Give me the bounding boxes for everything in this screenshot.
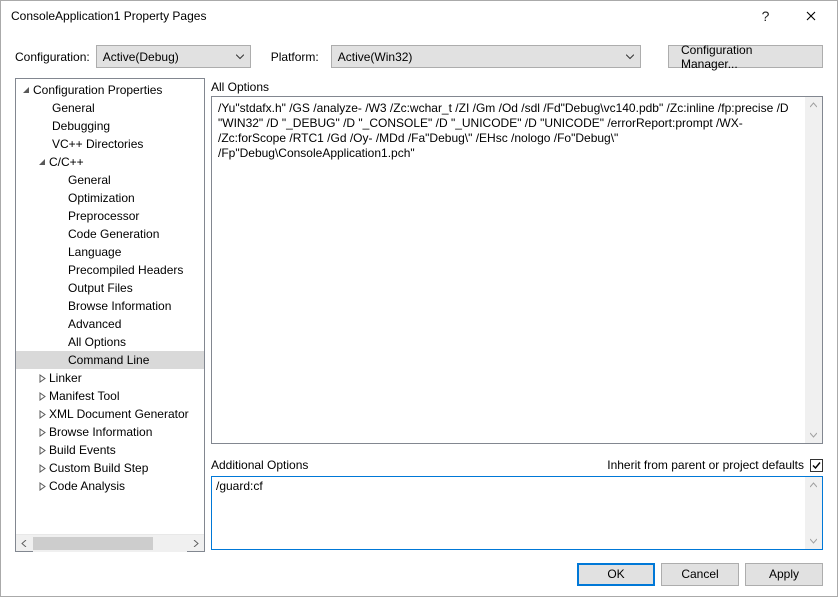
configuration-combo[interactable]: Active(Debug) bbox=[96, 45, 251, 68]
expand-icon[interactable] bbox=[36, 410, 48, 419]
configuration-value: Active(Debug) bbox=[103, 50, 179, 64]
additional-options-header: Additional Options Inherit from parent o… bbox=[211, 456, 823, 474]
chevron-down-icon bbox=[626, 54, 634, 59]
additional-options-label: Additional Options bbox=[211, 458, 308, 472]
tree-node-cpp-code-generation[interactable]: Code Generation bbox=[16, 225, 204, 243]
main-area: Configuration Properties General Debuggi… bbox=[1, 78, 837, 552]
scroll-down-icon[interactable] bbox=[805, 532, 822, 549]
right-pane: All Options /Yu"stdafx.h" /GS /analyze- … bbox=[211, 78, 823, 552]
close-button[interactable] bbox=[788, 2, 833, 31]
tree-node-custom-build-step[interactable]: Custom Build Step bbox=[16, 459, 204, 477]
platform-label: Platform: bbox=[271, 50, 319, 64]
ok-button[interactable]: OK bbox=[577, 563, 655, 586]
scroll-up-icon[interactable] bbox=[805, 477, 822, 494]
collapse-icon[interactable] bbox=[36, 158, 48, 167]
scroll-track[interactable] bbox=[805, 114, 822, 426]
additional-options-text[interactable]: /guard:cf bbox=[212, 477, 805, 549]
configuration-row: Configuration: Active(Debug) Platform: A… bbox=[1, 31, 837, 78]
tree-pane: Configuration Properties General Debuggi… bbox=[15, 78, 205, 552]
chevron-down-icon bbox=[236, 54, 244, 59]
tree-node-vcpp-directories[interactable]: VC++ Directories bbox=[16, 135, 204, 153]
expand-icon[interactable] bbox=[36, 428, 48, 437]
tree-node-cpp-all-options[interactable]: All Options bbox=[16, 333, 204, 351]
tree-node-cpp-language[interactable]: Language bbox=[16, 243, 204, 261]
titlebar: ConsoleApplication1 Property Pages ? bbox=[1, 1, 837, 31]
scroll-down-icon[interactable] bbox=[805, 426, 822, 443]
all-options-label: All Options bbox=[211, 80, 823, 94]
tree-node-linker[interactable]: Linker bbox=[16, 369, 204, 387]
scroll-track[interactable] bbox=[805, 494, 822, 532]
tree-node-cpp-optimization[interactable]: Optimization bbox=[16, 189, 204, 207]
all-options-text[interactable]: /Yu"stdafx.h" /GS /analyze- /W3 /Zc:wcha… bbox=[212, 97, 805, 443]
configuration-label: Configuration: bbox=[15, 50, 90, 64]
inherit-label: Inherit from parent or project defaults bbox=[607, 458, 804, 472]
scroll-up-icon[interactable] bbox=[805, 97, 822, 114]
tree-node-cpp-precompiled-headers[interactable]: Precompiled Headers bbox=[16, 261, 204, 279]
tree-node-general[interactable]: General bbox=[16, 99, 204, 117]
help-icon: ? bbox=[762, 8, 770, 24]
configuration-manager-button[interactable]: Configuration Manager... bbox=[668, 45, 823, 68]
tree-node-debugging[interactable]: Debugging bbox=[16, 117, 204, 135]
expand-icon[interactable] bbox=[36, 374, 48, 383]
additional-options-box[interactable]: /guard:cf bbox=[211, 476, 823, 550]
tree-node-code-analysis[interactable]: Code Analysis bbox=[16, 477, 204, 495]
scroll-right-icon[interactable] bbox=[187, 535, 204, 552]
tree-node-build-events[interactable]: Build Events bbox=[16, 441, 204, 459]
scroll-left-icon[interactable] bbox=[16, 535, 33, 552]
window-title: ConsoleApplication1 Property Pages bbox=[11, 9, 743, 23]
expand-icon[interactable] bbox=[36, 482, 48, 491]
check-icon bbox=[811, 460, 822, 471]
help-button[interactable]: ? bbox=[743, 2, 788, 31]
tree-node-cpp-general[interactable]: General bbox=[16, 171, 204, 189]
tree-node-manifest-tool[interactable]: Manifest Tool bbox=[16, 387, 204, 405]
scroll-thumb[interactable] bbox=[33, 537, 153, 550]
tree-h-scrollbar[interactable] bbox=[16, 534, 204, 551]
tree-node-cpp-advanced[interactable]: Advanced bbox=[16, 315, 204, 333]
tree-node-browse-information[interactable]: Browse Information bbox=[16, 423, 204, 441]
all-options-box: /Yu"stdafx.h" /GS /analyze- /W3 /Zc:wcha… bbox=[211, 96, 823, 444]
tree-node-configuration-properties[interactable]: Configuration Properties bbox=[16, 81, 204, 99]
property-pages-dialog: ConsoleApplication1 Property Pages ? Con… bbox=[0, 0, 838, 597]
platform-value: Active(Win32) bbox=[338, 50, 413, 64]
close-icon bbox=[806, 11, 816, 21]
apply-button[interactable]: Apply bbox=[745, 563, 823, 586]
tree-node-cpp-output-files[interactable]: Output Files bbox=[16, 279, 204, 297]
cancel-button[interactable]: Cancel bbox=[661, 563, 739, 586]
all-options-v-scrollbar[interactable] bbox=[805, 97, 822, 443]
dialog-footer: OK Cancel Apply bbox=[1, 552, 837, 596]
expand-icon[interactable] bbox=[36, 392, 48, 401]
tree-node-cpp-browse-information[interactable]: Browse Information bbox=[16, 297, 204, 315]
collapse-icon[interactable] bbox=[20, 86, 32, 95]
scroll-track[interactable] bbox=[33, 535, 187, 552]
expand-icon[interactable] bbox=[36, 446, 48, 455]
tree-node-cpp-preprocessor[interactable]: Preprocessor bbox=[16, 207, 204, 225]
platform-combo[interactable]: Active(Win32) bbox=[331, 45, 641, 68]
additional-v-scrollbar[interactable] bbox=[805, 477, 822, 549]
expand-icon[interactable] bbox=[36, 464, 48, 473]
tree-node-cpp-command-line[interactable]: Command Line bbox=[16, 351, 204, 369]
configuration-tree[interactable]: Configuration Properties General Debuggi… bbox=[16, 79, 204, 534]
tree-node-cpp[interactable]: C/C++ bbox=[16, 153, 204, 171]
tree-node-xml-doc-generator[interactable]: XML Document Generator bbox=[16, 405, 204, 423]
inherit-checkbox[interactable] bbox=[810, 459, 823, 472]
